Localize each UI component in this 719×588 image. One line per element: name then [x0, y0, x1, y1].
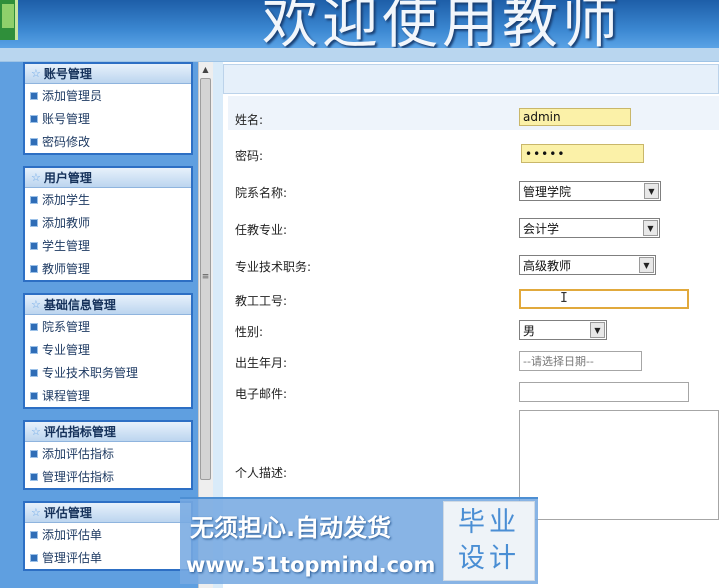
sidebar-item-add-teacher[interactable]: 添加教师 — [25, 211, 191, 234]
password-field[interactable]: ••••• — [521, 144, 644, 163]
star-icon: ☆ — [31, 298, 41, 311]
sidebar-item-course-manage[interactable]: 课程管理 — [25, 384, 191, 407]
sidebar-group-indicators: ☆ 评估指标管理 添加评估指标 管理评估指标 — [23, 420, 193, 490]
arrow-up-icon[interactable]: ▲ — [200, 64, 211, 75]
title-select[interactable]: 高级教师 ▼ — [519, 255, 656, 275]
sidebar-group-account: ☆ 账号管理 添加管理员 账号管理 密码修改 — [23, 62, 193, 155]
star-icon: ☆ — [31, 425, 41, 438]
sidebar-item-student-manage[interactable]: 学生管理 — [25, 234, 191, 257]
square-bullet-icon — [30, 322, 38, 331]
gender-select[interactable]: 男 ▼ — [519, 320, 607, 340]
form-header-band — [228, 96, 719, 130]
sidebar-item-teacher-manage[interactable]: 教师管理 — [25, 257, 191, 280]
sidebar-item-add-indicator[interactable]: 添加评估指标 — [25, 442, 191, 465]
star-icon: ☆ — [31, 171, 41, 184]
watermark-badge: 毕业 设计 — [443, 501, 535, 581]
chevron-down-icon[interactable]: ▼ — [644, 183, 659, 199]
square-bullet-icon — [30, 114, 38, 123]
major-select[interactable]: 会计学 ▼ — [519, 218, 660, 238]
sidebar: ☆ 账号管理 添加管理员 账号管理 密码修改 ☆ 用户管理 添加学生 添加教师 学生… — [0, 62, 198, 588]
department-select[interactable]: 管理学院 ▼ — [519, 181, 661, 201]
chevron-down-icon[interactable]: ▼ — [643, 220, 658, 236]
email-label: 电子邮件: — [235, 387, 288, 401]
grip-icon: ≡ — [201, 272, 210, 282]
sidebar-item-manage-indicator[interactable]: 管理评估指标 — [25, 465, 191, 488]
square-bullet-icon — [30, 449, 38, 458]
sidebar-group-title[interactable]: ☆ 用户管理 — [25, 168, 191, 188]
title-label: 专业技术职务: — [235, 260, 312, 274]
chevron-down-icon[interactable]: ▼ — [639, 257, 654, 273]
header-strip — [0, 48, 719, 62]
square-bullet-icon — [30, 391, 38, 400]
i-beam-cursor-icon: I — [560, 291, 568, 306]
square-bullet-icon — [30, 91, 38, 100]
page-title: 欢迎使用教师 — [262, 0, 622, 48]
sidebar-item-account-manage[interactable]: 账号管理 — [25, 107, 191, 130]
square-bullet-icon — [30, 368, 38, 377]
square-bullet-icon — [30, 241, 38, 250]
sidebar-item-major-manage[interactable]: 专业管理 — [25, 338, 191, 361]
sidebar-group-title[interactable]: ☆ 基础信息管理 — [25, 295, 191, 315]
email-field[interactable] — [519, 382, 689, 402]
sidebar-item-change-password[interactable]: 密码修改 — [25, 130, 191, 153]
header-banner: 欢迎使用教师 — [0, 0, 719, 48]
square-bullet-icon — [30, 345, 38, 354]
sidebar-item-add-student[interactable]: 添加学生 — [25, 188, 191, 211]
sidebar-group-title[interactable]: ☆ 评估指标管理 — [25, 422, 191, 442]
star-icon: ☆ — [31, 506, 41, 519]
content-header-bar — [223, 64, 719, 94]
square-bullet-icon — [30, 553, 38, 562]
sidebar-item-add-evaluation[interactable]: 添加评估单 — [25, 523, 191, 546]
watermark-text: 无须担心.自动发货 — [190, 514, 392, 542]
sidebar-group-title[interactable]: ☆ 评估管理 — [25, 503, 191, 523]
square-bullet-icon — [30, 218, 38, 227]
star-icon: ☆ — [31, 67, 41, 80]
department-label: 院系名称: — [235, 186, 288, 200]
logo — [0, 0, 18, 40]
sidebar-group-evaluation: ☆ 评估管理 添加评估单 管理评估单 — [23, 501, 193, 571]
major-label: 任教专业: — [235, 223, 288, 237]
password-label: 密码: — [235, 149, 264, 163]
square-bullet-icon — [30, 195, 38, 204]
square-bullet-icon — [30, 530, 38, 539]
bio-textarea[interactable] — [519, 410, 719, 520]
square-bullet-icon — [30, 137, 38, 146]
sidebar-group-title[interactable]: ☆ 账号管理 — [25, 64, 191, 84]
square-bullet-icon — [30, 472, 38, 481]
sidebar-item-add-admin[interactable]: 添加管理员 — [25, 84, 191, 107]
sidebar-group-users: ☆ 用户管理 添加学生 添加教师 学生管理 教师管理 — [23, 166, 193, 282]
sidebar-item-department-manage[interactable]: 院系管理 — [25, 315, 191, 338]
sidebar-item-title-manage[interactable]: 专业技术职务管理 — [25, 361, 191, 384]
sidebar-item-manage-evaluation[interactable]: 管理评估单 — [25, 546, 191, 569]
square-bullet-icon — [30, 264, 38, 273]
staff-id-field[interactable] — [519, 289, 689, 309]
chevron-down-icon[interactable]: ▼ — [590, 322, 605, 338]
name-field[interactable]: admin — [519, 108, 631, 126]
name-label: 姓名: — [235, 113, 264, 127]
sidebar-group-basic-info: ☆ 基础信息管理 院系管理 专业管理 专业技术职务管理 课程管理 — [23, 293, 193, 409]
staff-id-label: 教工工号: — [235, 294, 288, 308]
gender-label: 性别: — [235, 325, 264, 339]
bio-label: 个人描述: — [235, 466, 288, 480]
watermark-url: www.51topmind.com — [186, 553, 436, 577]
birth-date-field[interactable]: --请选择日期-- — [519, 351, 642, 371]
birth-label: 出生年月: — [235, 356, 288, 370]
